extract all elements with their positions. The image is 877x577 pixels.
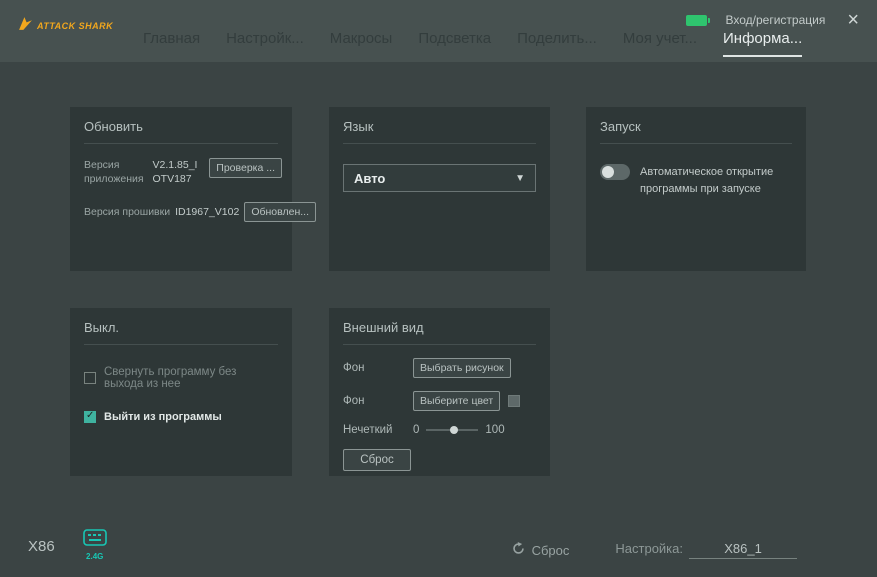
app-window: ATTACK SHARK Главная Настройк... Макросы… <box>0 0 877 577</box>
background-image-label: Фон <box>343 362 413 374</box>
divider <box>343 344 536 345</box>
card-power: Выкл. Свернуть программу без выхода из н… <box>70 308 292 476</box>
check-update-button[interactable]: Проверка ... <box>209 158 282 178</box>
titlebar-right: Вход/регистрация × <box>686 10 863 30</box>
exit-checkbox[interactable] <box>84 411 96 423</box>
title-bar: ATTACK SHARK Главная Настройк... Макросы… <box>0 0 877 62</box>
background-color-row: Фон Выберите цвет <box>329 391 550 411</box>
footer-left: X86 2.4G <box>28 529 107 561</box>
app-version-row: Версия приложения V2.1.85_IOTV187 Провер… <box>70 144 292 186</box>
divider <box>84 344 278 345</box>
card-language-title: Язык <box>329 107 550 143</box>
footer-right: Сброс Настройка: X86_1 <box>512 541 797 559</box>
card-update-title: Обновить <box>70 107 292 143</box>
divider <box>343 143 536 144</box>
tab-settings[interactable]: Настройк... <box>226 30 304 57</box>
tab-lighting[interactable]: Подсветка <box>418 30 491 57</box>
card-update: Обновить Версия приложения V2.1.85_IOTV1… <box>70 107 292 271</box>
background-image-row: Фон Выбрать рисунок <box>329 358 550 378</box>
firmware-update-button[interactable]: Обновлен... <box>244 202 316 222</box>
card-launch-title: Запуск <box>586 107 806 143</box>
profile-group: Настройка: X86_1 <box>615 541 797 559</box>
slider-max-label: 100 <box>485 424 504 436</box>
card-language: Язык Авто ▼ <box>329 107 550 271</box>
autostart-row: Автоматическое открытие программы при за… <box>586 144 806 198</box>
blur-slider-row: Нечеткий 0 100 <box>329 424 550 436</box>
toggle-knob <box>602 166 614 178</box>
battery-icon <box>686 15 707 26</box>
appearance-reset-button[interactable]: Сброс <box>343 449 411 471</box>
minimize-option-row: Свернуть программу без выхода из нее <box>70 366 292 390</box>
tab-info[interactable]: Информа... <box>723 30 802 57</box>
connection-indicator[interactable]: 2.4G <box>83 529 107 561</box>
blur-slider: 0 100 <box>413 424 536 436</box>
login-link[interactable]: Вход/регистрация <box>725 13 825 27</box>
pick-image-button[interactable]: Выбрать рисунок <box>413 358 511 378</box>
keyboard-icon <box>83 529 107 551</box>
exit-label: Выйти из программы <box>104 411 222 423</box>
firmware-version-row: Версия прошивки ID1967_V102 Обновлен... <box>70 186 292 222</box>
app-version-value: V2.1.85_IOTV187 <box>153 158 205 186</box>
footer-reset-button[interactable]: Сброс <box>512 542 570 558</box>
exit-option-row: Выйти из программы <box>70 411 292 423</box>
tab-home[interactable]: Главная <box>143 30 200 57</box>
slider-track[interactable] <box>426 429 478 431</box>
card-appearance: Внешний вид Фон Выбрать рисунок Фон Выбе… <box>329 308 550 476</box>
card-appearance-title: Внешний вид <box>329 308 550 344</box>
shark-icon <box>18 16 33 36</box>
language-select[interactable]: Авто ▼ <box>343 164 536 192</box>
background-color-label: Фон <box>343 395 413 407</box>
tab-share[interactable]: Поделить... <box>517 30 597 57</box>
autostart-toggle[interactable] <box>600 164 630 180</box>
profile-label: Настройка: <box>615 541 683 556</box>
slider-min-label: 0 <box>413 424 419 436</box>
card-launch: Запуск Автоматическое открытие программы… <box>586 107 806 271</box>
firmware-version-label: Версия прошивки <box>84 206 170 218</box>
blur-label: Нечеткий <box>343 424 413 436</box>
minimize-label: Свернуть программу без выхода из нее <box>104 366 278 390</box>
profile-value[interactable]: X86_1 <box>689 541 797 559</box>
device-name: X86 <box>28 538 55 561</box>
pick-color-button[interactable]: Выберите цвет <box>413 391 500 411</box>
minimize-checkbox[interactable] <box>84 372 96 384</box>
tab-macros[interactable]: Макросы <box>330 30 393 57</box>
autostart-label: Автоматическое открытие программы при за… <box>640 164 792 198</box>
close-icon[interactable]: × <box>843 10 863 30</box>
color-swatch[interactable] <box>508 395 520 407</box>
footer-reset-label: Сброс <box>532 543 570 558</box>
tab-account[interactable]: Моя учет... <box>623 30 697 57</box>
chevron-down-icon: ▼ <box>515 173 525 184</box>
brand-logo: ATTACK SHARK <box>18 16 113 36</box>
refresh-icon <box>512 542 525 558</box>
card-power-title: Выкл. <box>70 308 292 344</box>
brand-name: ATTACK SHARK <box>37 21 113 31</box>
slider-handle[interactable] <box>450 426 458 434</box>
nav-tabs: Главная Настройк... Макросы Подсветка По… <box>143 30 802 57</box>
app-version-label: Версия приложения <box>84 158 148 186</box>
language-selected-value: Авто <box>354 171 385 186</box>
firmware-version-value: ID1967_V102 <box>175 206 239 218</box>
connection-mode-label: 2.4G <box>86 552 103 561</box>
